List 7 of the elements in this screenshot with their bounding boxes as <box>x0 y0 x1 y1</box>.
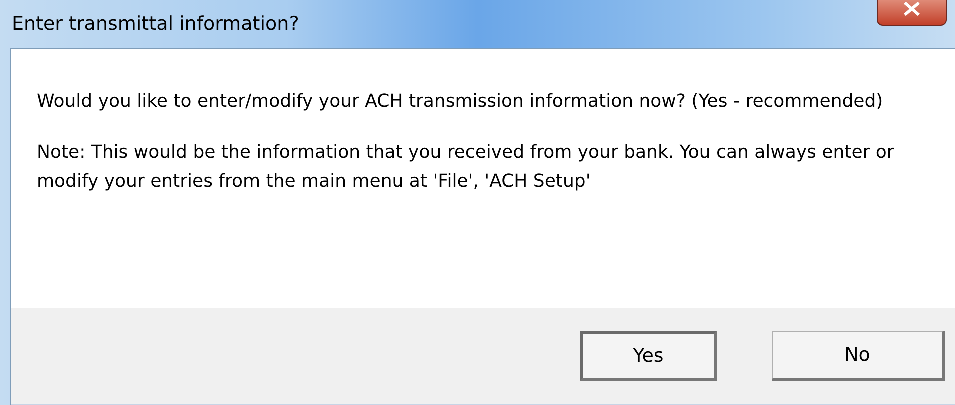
window-title: Enter transmittal information? <box>12 13 300 35</box>
message-text: Would you like to enter/modify your ACH transmission information now? (Yes - recommended) <box>37 90 884 114</box>
message-text: Note: This would be the information that you received from your bank. You can always enter or modify your entries from the main menu at 'File', 'ACH Setup' <box>37 141 896 194</box>
default-button[interactable]: Yes <box>580 331 717 381</box>
close-button[interactable] <box>877 0 947 26</box>
dialog-button[interactable]: No <box>772 331 945 381</box>
close-icon <box>903 2 921 16</box>
